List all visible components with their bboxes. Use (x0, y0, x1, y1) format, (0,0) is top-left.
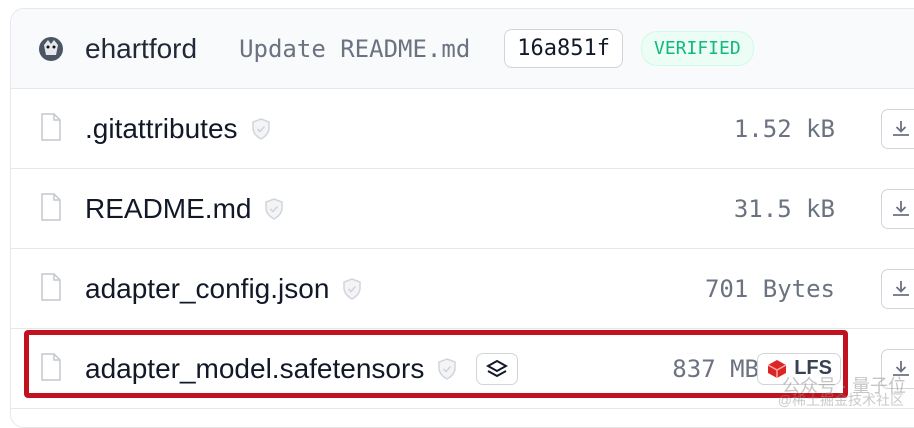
commit-sha[interactable]: 16a851f (504, 29, 623, 68)
commit-author[interactable]: ehartford (85, 33, 197, 65)
file-size: 1.52 kB (733, 114, 835, 143)
file-row[interactable]: adapter_config.json 701 Bytes (11, 249, 914, 329)
download-icon (893, 200, 909, 216)
download-icon (893, 280, 909, 296)
verified-badge: VERIFIED (640, 31, 754, 66)
file-size: 837 MB (672, 354, 759, 383)
file-name[interactable]: adapter_model.safetensors (85, 353, 424, 385)
file-row[interactable]: README.md 31.5 kB (11, 169, 914, 249)
download-button[interactable] (881, 268, 914, 309)
file-icon (41, 273, 61, 301)
file-browser: ehartford Update README.md 16a851f VERIF… (10, 8, 914, 428)
file-row[interactable]: .gitattributes 1.52 kB (11, 89, 914, 169)
shield-icon (265, 197, 284, 220)
file-icon (41, 193, 61, 221)
file-icon (41, 353, 61, 381)
stack-icon (486, 359, 509, 377)
file-name[interactable]: .gitattributes (85, 113, 238, 145)
commit-message[interactable]: Update README.md (239, 35, 470, 63)
watermark-subtext: @稀土掘金技术社区 (777, 392, 904, 408)
download-icon (893, 120, 909, 136)
file-name[interactable]: README.md (85, 193, 251, 225)
avatar-icon[interactable] (37, 35, 65, 63)
stack-badge[interactable] (476, 352, 519, 385)
download-button[interactable] (881, 188, 914, 229)
file-size: 31.5 kB (733, 194, 835, 223)
file-icon (41, 113, 61, 141)
shield-icon (251, 117, 270, 140)
shield-icon (438, 357, 457, 380)
file-name[interactable]: adapter_config.json (85, 273, 329, 305)
download-button[interactable] (881, 108, 914, 149)
commit-header: ehartford Update README.md 16a851f VERIF… (11, 9, 914, 89)
file-size: 701 Bytes (704, 274, 835, 303)
shield-icon (343, 277, 362, 300)
